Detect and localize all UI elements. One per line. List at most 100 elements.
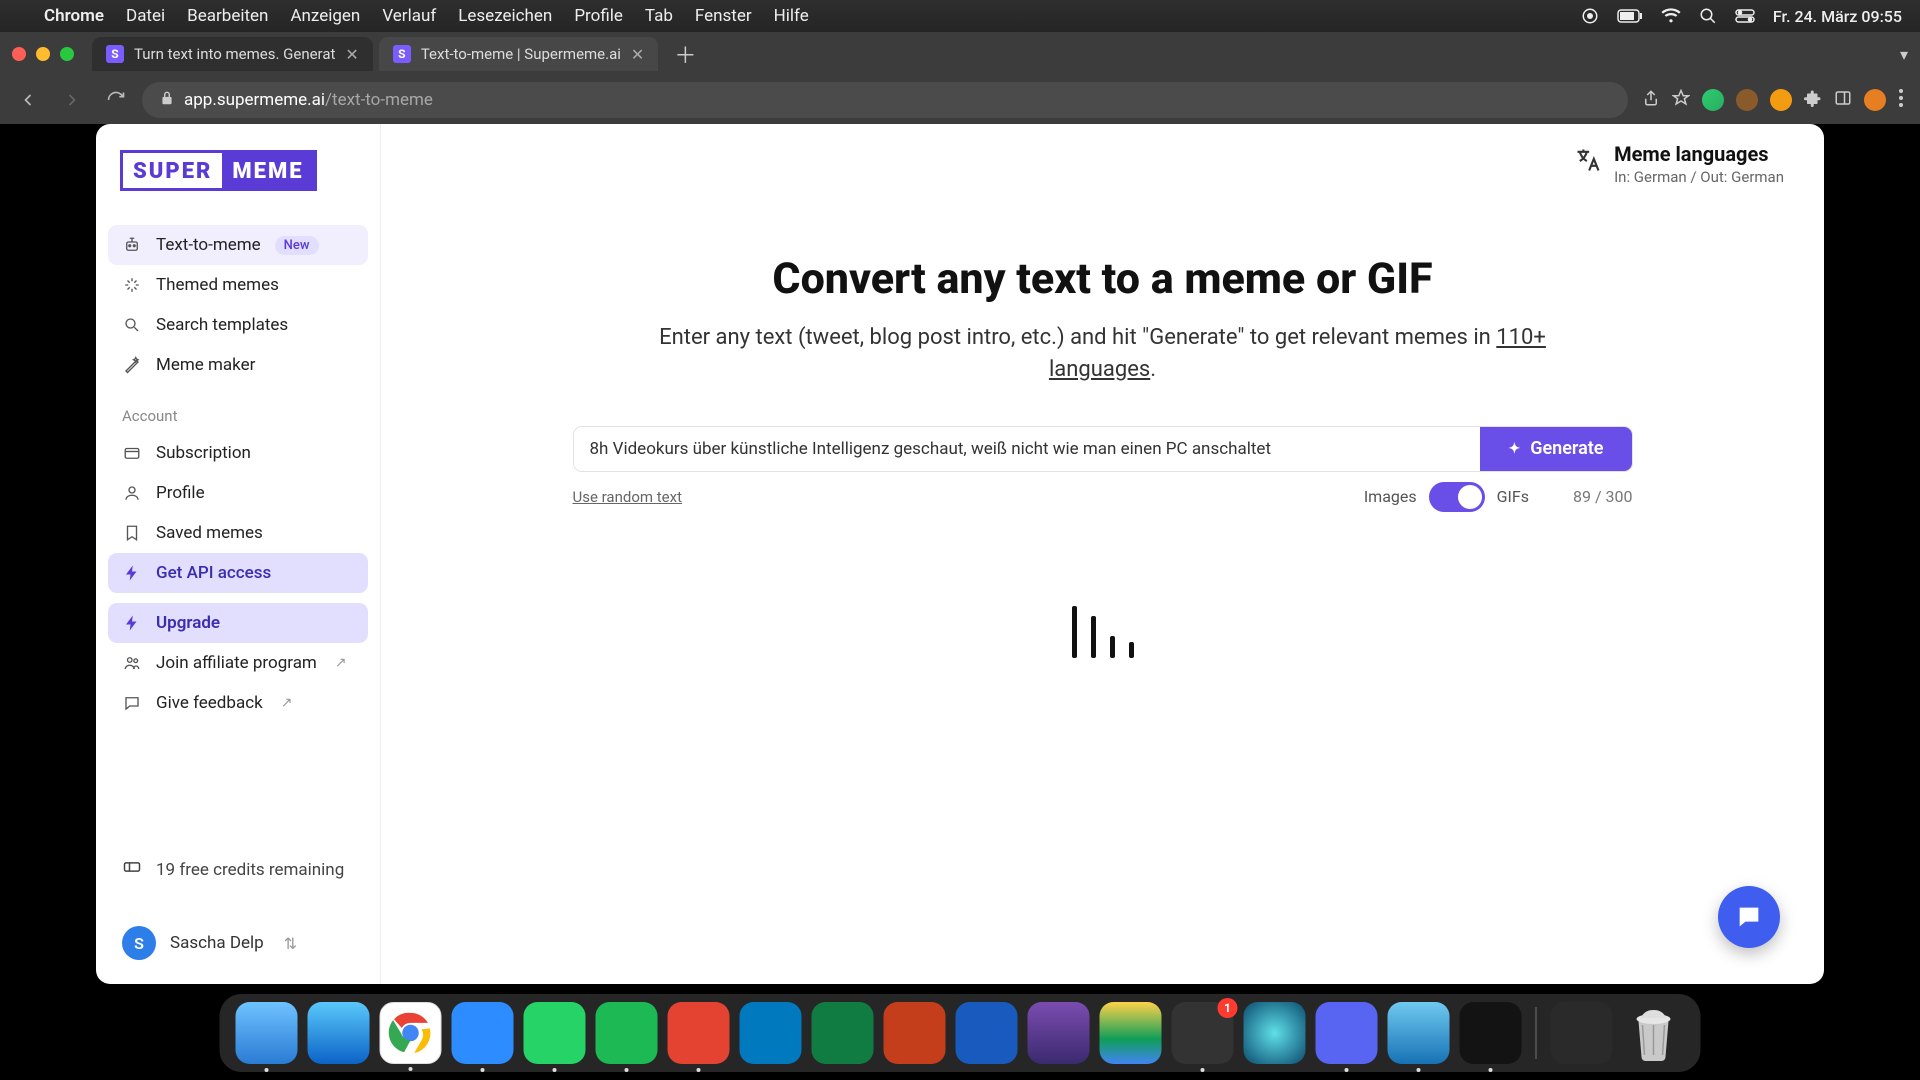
profile-avatar-icon[interactable]: [1864, 89, 1886, 111]
generate-button-label: Generate: [1530, 438, 1603, 459]
app-logo[interactable]: SUPER MEME: [120, 150, 356, 191]
menubar-item[interactable]: Anzeigen: [290, 6, 360, 26]
window-minimize-button[interactable]: [36, 47, 50, 61]
subtitle-text: Enter any text (tweet, blog post intro, …: [659, 325, 1496, 350]
share-icon[interactable]: [1642, 89, 1660, 111]
extension-icon[interactable]: [1770, 89, 1792, 111]
dock-discord[interactable]: [1316, 1002, 1378, 1064]
sidebar-item-subscription[interactable]: Subscription: [108, 433, 368, 473]
meme-languages-panel[interactable]: Meme languages In: German / Out: German: [1574, 142, 1784, 186]
menubar-item[interactable]: Fenster: [695, 6, 752, 26]
window-maximize-button[interactable]: [60, 47, 74, 61]
user-menu[interactable]: S Sascha Delp ⇅: [108, 914, 368, 972]
tab-title: Text-to-meme | Supermeme.ai: [421, 45, 621, 63]
wifi-icon[interactable]: [1661, 8, 1681, 24]
new-badge: New: [275, 236, 319, 255]
meme-text-input[interactable]: [574, 427, 1481, 471]
toggle-label-gifs: GIFs: [1497, 487, 1529, 506]
kebab-menu-icon[interactable]: [1898, 89, 1904, 111]
sidebar-item-affiliate[interactable]: Join affiliate program ↗: [108, 643, 368, 683]
dock-todoist[interactable]: [668, 1002, 730, 1064]
dock-word[interactable]: [956, 1002, 1018, 1064]
tab-overflow-button[interactable]: ▾: [1900, 45, 1908, 64]
sidebar-item-saved-memes[interactable]: Saved memes: [108, 513, 368, 553]
images-gifs-toggle[interactable]: [1429, 482, 1485, 512]
nav-back-button[interactable]: [10, 82, 46, 118]
dock-quicktime[interactable]: [1388, 1002, 1450, 1064]
menubar-item[interactable]: Profile: [574, 6, 623, 26]
sidebar-item-label: Profile: [156, 483, 205, 503]
sidebar-item-label: Upgrade: [156, 613, 220, 633]
sidebar-item-search-templates[interactable]: Search templates: [108, 305, 368, 345]
dock-trello[interactable]: [740, 1002, 802, 1064]
generate-button[interactable]: ✦ Generate: [1480, 427, 1631, 471]
browser-tab-active[interactable]: S Text-to-meme | Supermeme.ai ✕: [379, 37, 658, 71]
menubar-app-name[interactable]: Chrome: [44, 6, 104, 26]
sidebar-item-label: Subscription: [156, 443, 251, 463]
menubar-item[interactable]: Lesezeichen: [458, 6, 552, 26]
user-name: Sascha Delp: [170, 933, 264, 953]
screen-record-icon[interactable]: [1581, 7, 1599, 25]
menubar-item[interactable]: Bearbeiten: [187, 6, 268, 26]
sidebar-item-upgrade[interactable]: Upgrade: [108, 603, 368, 643]
nav-reload-button[interactable]: [98, 82, 134, 118]
sparkle-icon: [122, 275, 142, 295]
url-omnibox[interactable]: app.supermeme.ai/text-to-meme: [142, 82, 1628, 118]
sidebar-item-text-to-meme[interactable]: Text-to-meme New: [108, 225, 368, 265]
extensions-puzzle-icon[interactable]: [1804, 89, 1822, 111]
browser-tab[interactable]: S Turn text into memes. Generat ✕: [92, 37, 373, 71]
menubar-item[interactable]: Verlauf: [382, 6, 436, 26]
char-count: 89 / 300: [1573, 487, 1633, 506]
menubar-clock[interactable]: Fr. 24. März 09:55: [1773, 7, 1902, 26]
battery-icon[interactable]: [1617, 9, 1643, 23]
sidebar-item-api-access[interactable]: Get API access: [108, 553, 368, 593]
tab-close-icon[interactable]: ✕: [631, 45, 644, 64]
dock-safari[interactable]: [308, 1002, 370, 1064]
dock-google-drive[interactable]: [1100, 1002, 1162, 1064]
dock-whatsapp[interactable]: [524, 1002, 586, 1064]
bookmark-star-icon[interactable]: [1672, 89, 1690, 111]
dock-siri[interactable]: [1244, 1002, 1306, 1064]
tab-close-icon[interactable]: ✕: [345, 45, 358, 64]
dock-finder[interactable]: [236, 1002, 298, 1064]
dock-settings[interactable]: 1: [1172, 1002, 1234, 1064]
menubar-item[interactable]: Hilfe: [774, 6, 809, 26]
dock-trash[interactable]: [1623, 1002, 1685, 1064]
dock-excel[interactable]: [812, 1002, 874, 1064]
dock-app-folder[interactable]: [1551, 1002, 1613, 1064]
dock-powerpoint[interactable]: [884, 1002, 946, 1064]
dock-spotify[interactable]: [596, 1002, 658, 1064]
dock-chrome[interactable]: [380, 1002, 442, 1064]
chat-fab[interactable]: [1718, 886, 1780, 948]
new-tab-button[interactable]: ＋: [664, 38, 706, 70]
tab-favicon: S: [106, 45, 124, 63]
sidebar-item-label: Themed memes: [156, 275, 279, 295]
browser-toolbar: app.supermeme.ai/text-to-meme: [0, 76, 1920, 124]
generator-form: ✦ Generate Use random text Images GIFs 8…: [573, 426, 1633, 512]
dock-imovie[interactable]: [1028, 1002, 1090, 1064]
dock-voice-memos[interactable]: [1460, 1002, 1522, 1064]
window-close-button[interactable]: [12, 47, 26, 61]
subtitle-text: .: [1150, 357, 1156, 382]
extension-shield-icon[interactable]: [1702, 89, 1724, 111]
page-title: Convert any text to a meme or GIF: [613, 254, 1593, 304]
sidebar-item-feedback[interactable]: Give feedback ↗: [108, 683, 368, 723]
use-random-text-link[interactable]: Use random text: [573, 488, 682, 506]
dock-zoom[interactable]: [452, 1002, 514, 1064]
logo-text-b: MEME: [222, 153, 313, 188]
extension-icon[interactable]: [1736, 89, 1758, 111]
nav-forward-button[interactable]: [54, 82, 90, 118]
spotlight-icon[interactable]: [1699, 7, 1717, 25]
menubar-item[interactable]: Datei: [126, 6, 165, 26]
sidebar-item-profile[interactable]: Profile: [108, 473, 368, 513]
sidebar-item-label: Join affiliate program: [156, 653, 317, 673]
sidebar-item-meme-maker[interactable]: Meme maker: [108, 345, 368, 385]
robot-icon: [122, 235, 142, 255]
toggle-label-images: Images: [1364, 487, 1417, 506]
menubar-item[interactable]: Tab: [645, 6, 673, 26]
sidebar-item-themed-memes[interactable]: Themed memes: [108, 265, 368, 305]
user-icon: [122, 483, 142, 503]
sidepanel-icon[interactable]: [1834, 89, 1852, 111]
control-center-icon[interactable]: [1735, 9, 1755, 23]
window-controls: [12, 47, 74, 61]
